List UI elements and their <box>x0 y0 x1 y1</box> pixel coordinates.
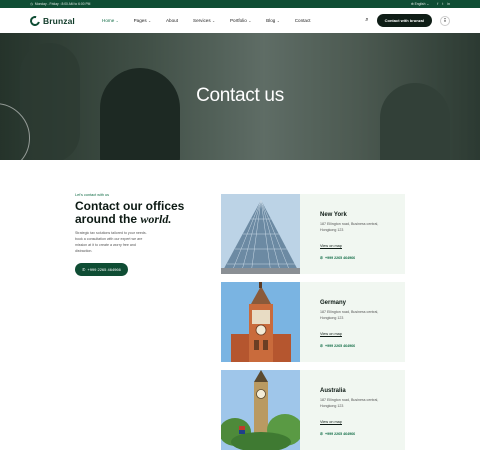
phone-icon: ✆ <box>320 431 324 436</box>
heading-line-2: around the <box>75 211 141 226</box>
nav-label: Portfolio <box>229 18 247 23</box>
office-image-glass-pyramid <box>221 194 300 274</box>
nav-item-home[interactable]: Home ⌄ <box>102 18 119 23</box>
office-city: Germany <box>320 300 347 306</box>
top-info-bar: ◷ Monday - Friday : 8:00 AM to 6:00 PM ⊕… <box>0 0 480 8</box>
contact-intro: Let's contact with us Contact our office… <box>75 193 205 276</box>
heading-emphasis: world. <box>140 211 172 226</box>
office-phone-number: +999 2265 464966 <box>325 431 356 436</box>
office-city: New York <box>320 212 347 218</box>
phone-button[interactable]: ✆ +999 2265 464966 <box>75 263 128 276</box>
language-label: English <box>414 2 426 6</box>
nav-item-pages[interactable]: Pages ⌄ <box>134 18 151 23</box>
nav-label: About <box>165 18 178 23</box>
view-on-map-link[interactable]: View on map <box>320 420 342 425</box>
business-hours-text: Monday - Friday : 8:00 AM to 6:00 PM <box>34 2 91 6</box>
office-address: 187 Ellington road, Business central, Ho… <box>320 398 379 408</box>
office-phone[interactable]: ✆ +999 2265 464966 <box>320 344 405 348</box>
brand-name: Brunzal <box>43 15 75 26</box>
chevron-down-icon: ⌄ <box>212 18 215 23</box>
search-icon[interactable]: ⌕ <box>365 17 368 24</box>
nav-label: Home <box>102 18 115 23</box>
office-image-clock-tower <box>221 282 300 362</box>
office-phone-number: +999 2265 464966 <box>325 343 356 348</box>
globe-icon: ⊕ <box>410 2 414 6</box>
office-phone-number: +999 2265 464966 <box>325 255 356 260</box>
business-hours: ◷ Monday - Friday : 8:00 AM to 6:00 PM <box>30 2 411 6</box>
office-city: Australia <box>320 388 346 394</box>
phone-number: +999 2265 464966 <box>87 267 121 272</box>
chevron-down-icon: ⌄ <box>115 18 119 23</box>
section-heading: Contact our offices around the world. <box>75 200 205 225</box>
office-card-australia: Australia 187 Ellington road, Business c… <box>221 370 405 450</box>
twitter-icon[interactable]: t <box>442 2 443 6</box>
language-selector[interactable]: ⊕ English ⌄ <box>411 2 429 6</box>
nav-item-about[interactable]: About <box>166 18 178 23</box>
page-title: Contact us <box>196 85 284 106</box>
phone-icon: ✆ <box>82 267 86 272</box>
chevron-down-icon: ⌄ <box>426 2 430 6</box>
view-on-map-link[interactable]: View on map <box>320 332 342 337</box>
nav-label: Pages <box>133 18 147 23</box>
facebook-icon[interactable]: f <box>437 2 438 6</box>
brand-logo[interactable]: Brunzal <box>28 13 102 28</box>
nav-label: Services <box>193 18 211 23</box>
office-image-big-ben <box>221 370 300 450</box>
nav-item-contact[interactable]: Contact <box>295 18 311 23</box>
office-phone[interactable]: ✆ +999 2265 464966 <box>320 432 405 436</box>
logo-mark-icon <box>28 13 42 28</box>
office-card-new-york: New York 187 Ellington road, Business ce… <box>221 194 405 274</box>
office-address: 187 Ellington road, Business central, Ho… <box>320 310 379 320</box>
office-address: 187 Ellington road, Business central, Ho… <box>320 222 379 232</box>
clock-icon: ◷ <box>30 2 33 6</box>
nav-label: Blog <box>266 18 276 23</box>
hero-banner: Contact us <box>0 33 480 160</box>
contact-cta-button[interactable]: Contact with brunzal <box>376 14 432 27</box>
chevron-down-icon: ⌄ <box>148 18 151 23</box>
menu-grid-icon[interactable]: ⠿ <box>440 15 450 26</box>
section-eyebrow: Let's contact with us <box>75 193 110 197</box>
site-header: Brunzal Home ⌄ Pages ⌄ About Services ⌄ Por… <box>0 8 480 33</box>
phone-icon: ✆ <box>320 343 324 348</box>
section-description: Strategic tax solutions tailored to your… <box>75 231 147 253</box>
office-card-germany: Germany 187 Ellington road, Business cen… <box>221 282 405 362</box>
office-phone[interactable]: ✆ +999 2265 464966 <box>320 256 405 260</box>
chevron-down-icon: ⌄ <box>276 18 280 23</box>
nav-item-services[interactable]: Services ⌄ <box>193 18 215 23</box>
nav-label: Contact <box>294 18 311 23</box>
nav-item-portfolio[interactable]: Portfolio ⌄ <box>230 18 251 23</box>
phone-icon: ✆ <box>320 255 324 260</box>
main-nav: Home ⌄ Pages ⌄ About Services ⌄ Portfolio ⌄ … <box>102 18 311 23</box>
linkedin-icon[interactable]: in <box>447 2 450 6</box>
chevron-down-icon: ⌄ <box>248 18 252 23</box>
view-on-map-link[interactable]: View on map <box>320 244 342 249</box>
nav-item-blog[interactable]: Blog ⌄ <box>266 18 280 23</box>
